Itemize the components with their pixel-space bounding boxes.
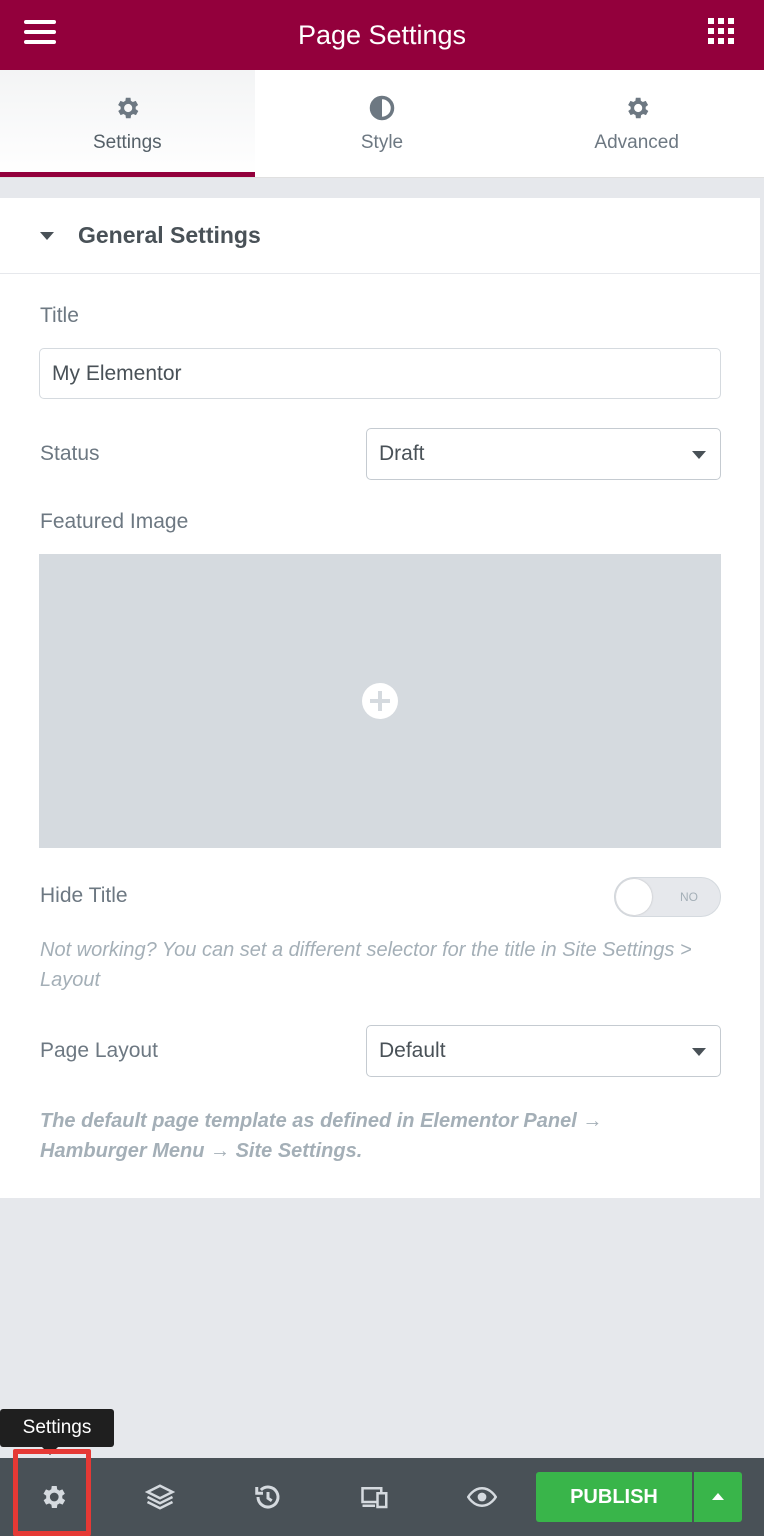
page-layout-select[interactable]: Default bbox=[366, 1025, 721, 1077]
page-layout-label: Page Layout bbox=[40, 1039, 158, 1062]
page-title: Page Settings bbox=[297, 19, 467, 50]
status-value: Draft bbox=[379, 442, 425, 465]
publish-options-button[interactable] bbox=[694, 1472, 742, 1522]
tab-style[interactable]: Style bbox=[255, 70, 510, 177]
dropdown-arrow-icon bbox=[692, 1048, 706, 1056]
history-icon[interactable] bbox=[253, 1482, 283, 1512]
hide-title-note: Not working? You can set a different sel… bbox=[40, 939, 692, 991]
status-label: Status bbox=[40, 442, 100, 465]
status-select[interactable]: Draft bbox=[366, 428, 721, 480]
tab-label: Advanced bbox=[594, 131, 679, 153]
featured-image-picker[interactable] bbox=[39, 554, 721, 848]
publish-button[interactable]: PUBLISH bbox=[536, 1472, 692, 1522]
layers-icon[interactable] bbox=[145, 1482, 175, 1512]
tab-settings[interactable]: Settings bbox=[0, 70, 255, 177]
dropdown-arrow-icon bbox=[692, 451, 706, 459]
responsive-icon[interactable] bbox=[360, 1482, 390, 1512]
section-toggle-general[interactable]: General Settings bbox=[0, 198, 760, 274]
tab-label: Style bbox=[360, 131, 404, 153]
eye-icon[interactable] bbox=[467, 1482, 497, 1512]
hamburger-icon[interactable] bbox=[24, 20, 56, 46]
title-label: Title bbox=[40, 304, 79, 327]
section-title: General Settings bbox=[78, 222, 261, 248]
title-input[interactable] bbox=[39, 348, 721, 399]
tab-advanced[interactable]: Advanced bbox=[509, 70, 764, 177]
settings-tooltip: Settings bbox=[0, 1409, 114, 1455]
settings-panel: General Settings Title Status Draft Feat… bbox=[0, 198, 760, 1198]
page-layout-note: The default page template as defined in … bbox=[40, 1110, 603, 1162]
half-circle-icon bbox=[369, 95, 395, 120]
gear-icon bbox=[118, 97, 139, 118]
divider bbox=[0, 178, 764, 198]
tab-label: Settings bbox=[93, 131, 162, 153]
page-layout-value: Default bbox=[379, 1039, 446, 1062]
plus-icon bbox=[362, 683, 398, 719]
tab-bar: Settings Style Advanced bbox=[0, 70, 764, 178]
settings-highlight-box bbox=[13, 1449, 91, 1536]
panel-header: Page Settings bbox=[0, 0, 764, 70]
toggle-state-label: NO bbox=[680, 890, 698, 904]
grid-icon[interactable] bbox=[708, 18, 734, 44]
toggle-knob bbox=[616, 879, 652, 915]
gear-icon bbox=[627, 97, 648, 118]
caret-down-icon bbox=[40, 231, 54, 240]
hide-title-toggle[interactable]: NO bbox=[614, 877, 721, 917]
hide-title-label: Hide Title bbox=[40, 884, 128, 907]
featured-image-label: Featured Image bbox=[40, 510, 189, 533]
